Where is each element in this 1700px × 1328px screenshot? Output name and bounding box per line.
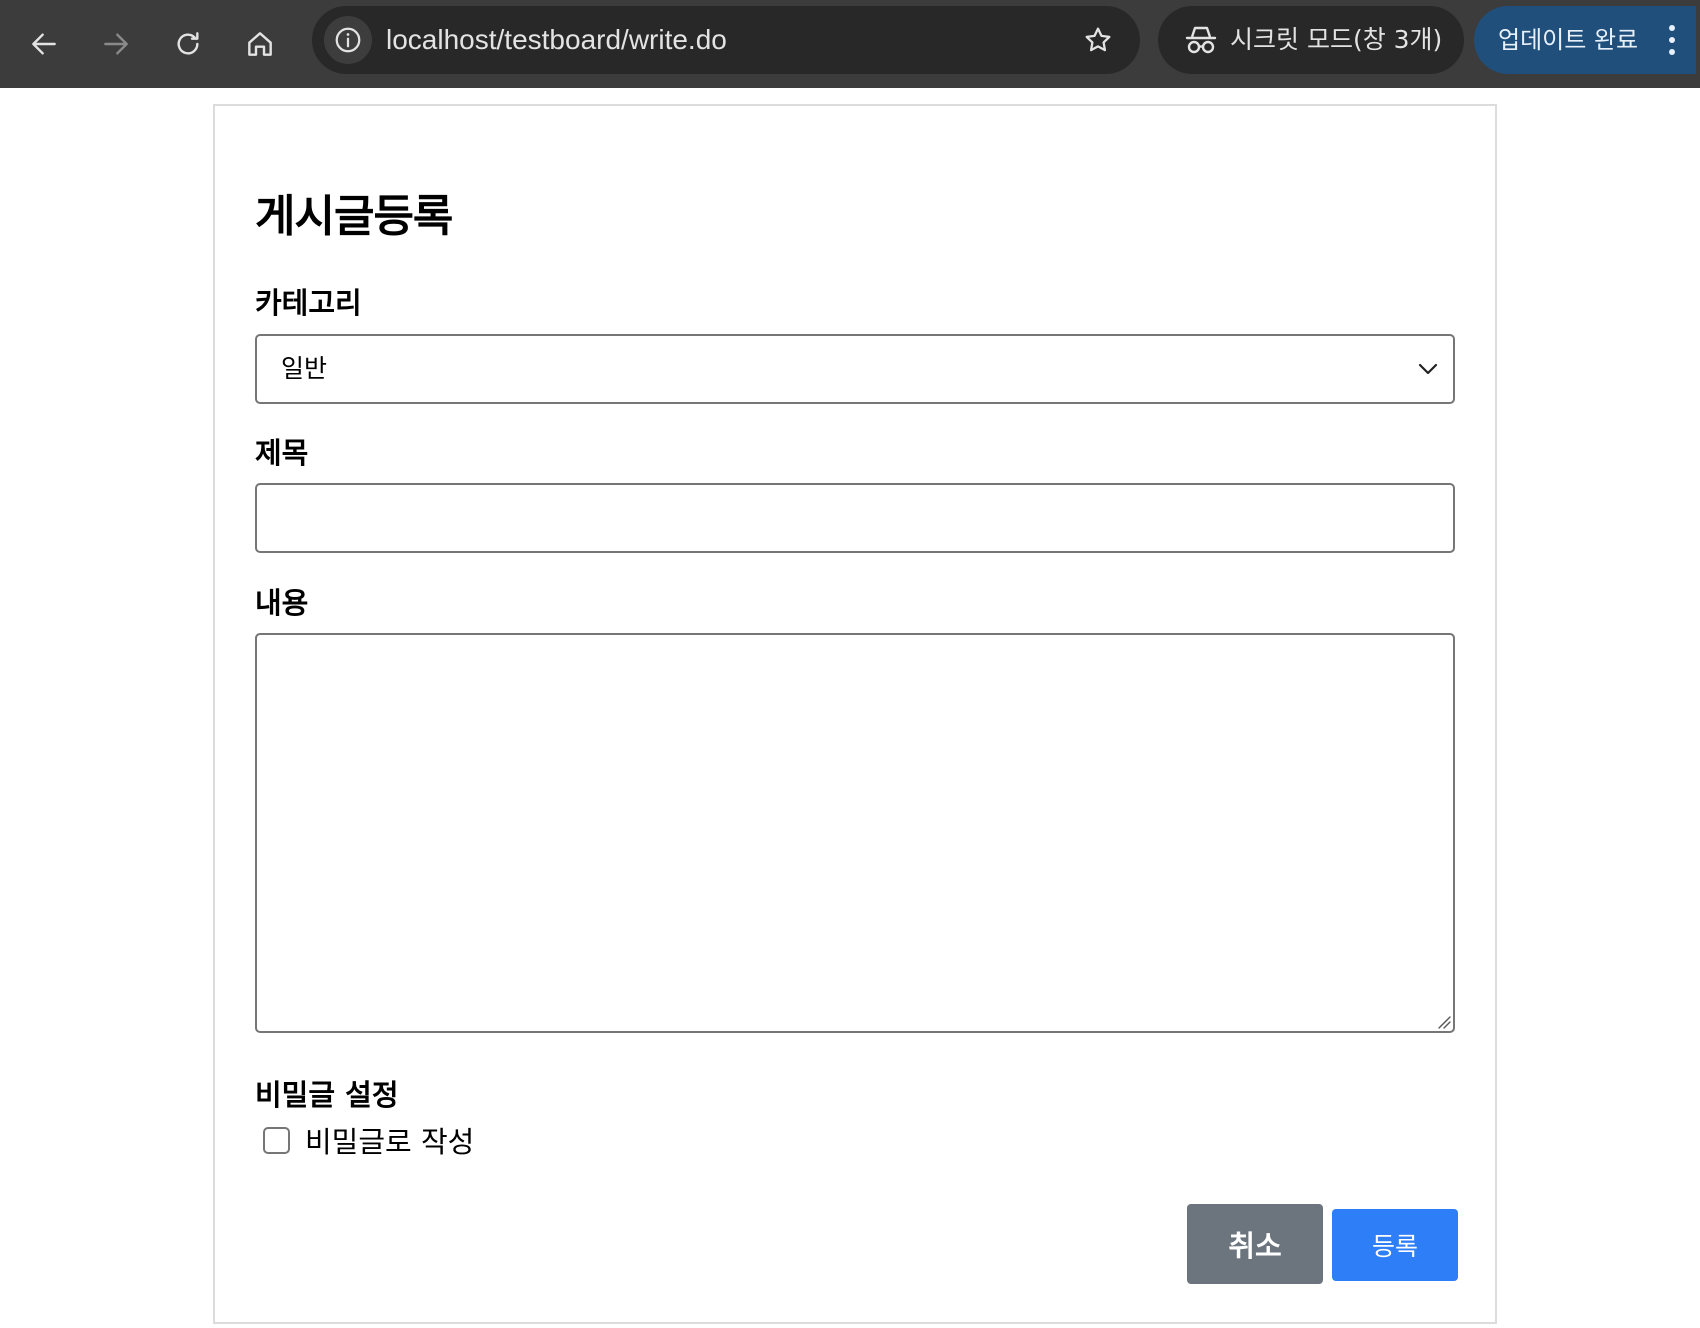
back-button[interactable]	[16, 16, 72, 72]
update-label: 업데이트 완료	[1498, 26, 1639, 54]
arrow-right-icon	[104, 33, 128, 55]
content-textarea[interactable]	[255, 633, 1455, 1033]
category-label: 카테고리	[255, 286, 362, 320]
browser-toolbar: localhost/testboard/write.do 시크릿 모드(창 3개…	[0, 0, 1700, 88]
secret-checkbox-label[interactable]: 비밀글로 작성	[305, 1119, 474, 1161]
bookmark-button[interactable]	[1074, 16, 1122, 64]
cancel-button[interactable]: 취소	[1187, 1204, 1323, 1284]
incognito-indicator[interactable]: 시크릿 모드(창 3개)	[1158, 6, 1464, 74]
reload-button[interactable]	[160, 16, 216, 72]
forward-button[interactable]	[88, 16, 144, 72]
write-form-card: 게시글등록 카테고리 일반 제목 내용 비밀글 설정 비밀글로 작성 취소 등록	[213, 104, 1497, 1324]
submit-button[interactable]: 등록	[1332, 1209, 1458, 1281]
category-select[interactable]: 일반	[255, 334, 1455, 404]
reload-icon	[177, 32, 199, 55]
secret-label: 비밀글 설정	[255, 1078, 399, 1112]
category-selected-value: 일반	[281, 354, 328, 383]
home-button[interactable]	[232, 16, 288, 72]
browser-menu-button[interactable]	[1652, 20, 1692, 60]
subject-label: 제목	[255, 436, 309, 470]
star-icon	[1085, 27, 1111, 52]
info-icon	[335, 27, 361, 53]
secret-option[interactable]: 비밀글로 작성	[263, 1120, 474, 1160]
incognito-label: 시크릿 모드(창 3개)	[1230, 25, 1443, 54]
page-title: 게시글등록	[255, 191, 453, 242]
incognito-icon	[1185, 26, 1217, 54]
kebab-menu-icon	[1669, 25, 1675, 55]
home-icon	[248, 32, 272, 56]
update-button[interactable]: 업데이트 완료	[1474, 6, 1696, 74]
resize-grip-icon[interactable]	[1433, 1011, 1451, 1029]
secret-checkbox[interactable]	[263, 1126, 290, 1154]
chevron-down-icon	[1418, 363, 1438, 375]
content-label: 내용	[255, 586, 309, 620]
address-bar[interactable]: localhost/testboard/write.do	[312, 6, 1140, 74]
url-text[interactable]: localhost/testboard/write.do	[386, 6, 727, 74]
site-info-button[interactable]	[324, 16, 372, 64]
arrow-left-icon	[32, 33, 56, 55]
subject-input[interactable]	[255, 483, 1455, 553]
